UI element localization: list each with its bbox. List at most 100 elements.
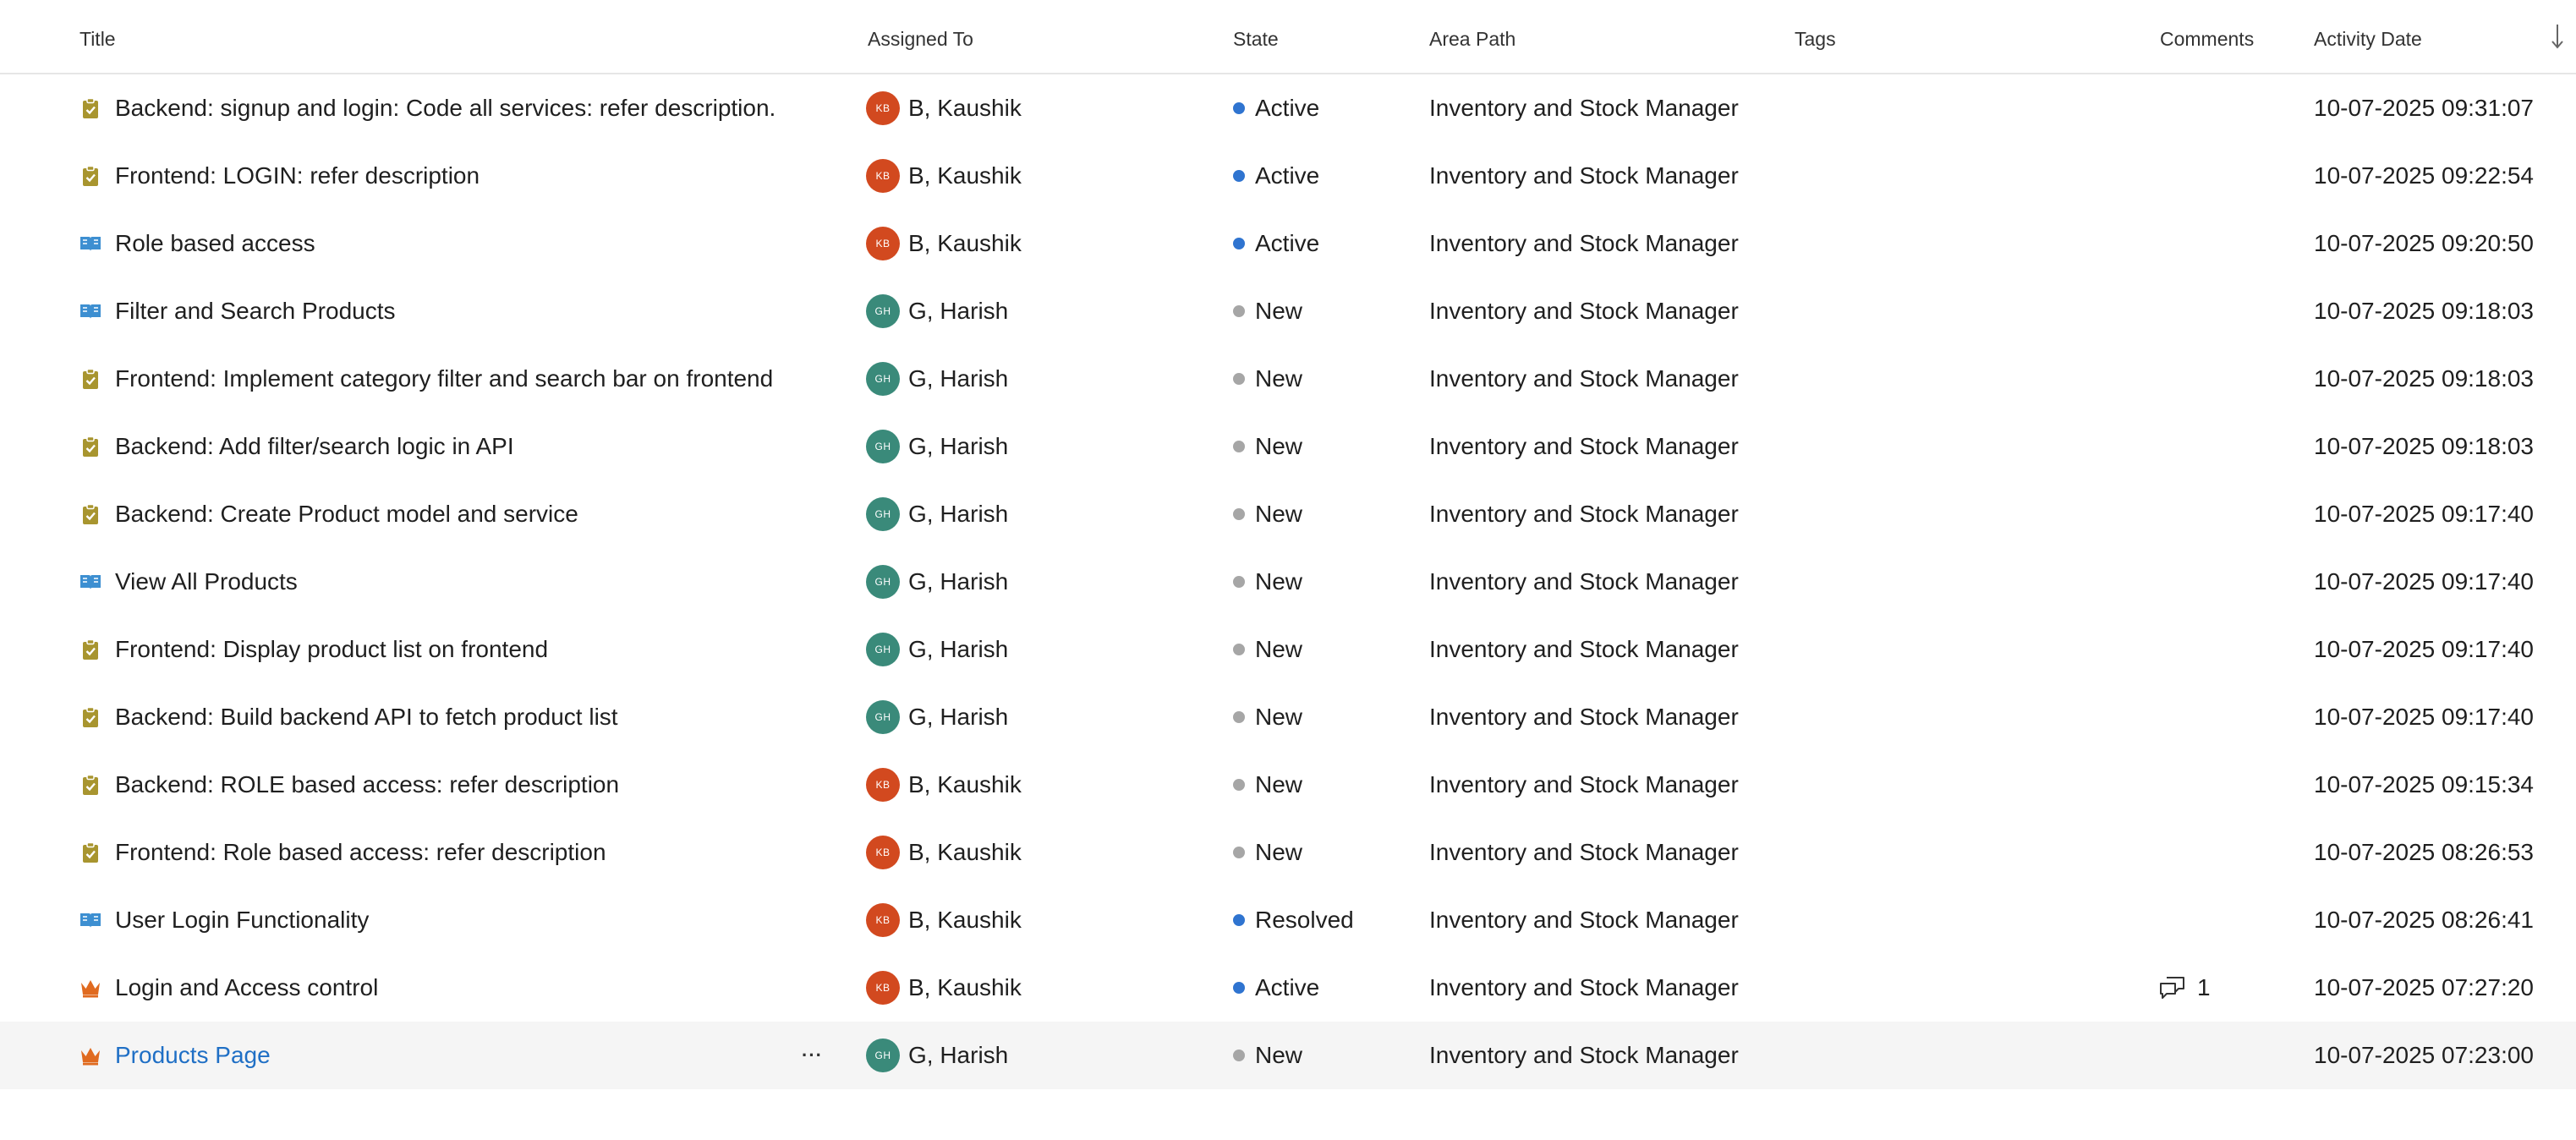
table-row[interactable]: Role based access KB B, Kaushik Active I… — [0, 210, 2576, 277]
area-path-label: Inventory and Stock Manager — [1429, 907, 1739, 933]
area-path-label: Inventory and Stock Manager — [1429, 230, 1739, 256]
work-item-title-link[interactable]: Frontend: Role based access: refer descr… — [115, 839, 606, 866]
user-story-icon — [79, 571, 101, 593]
work-item-title-link[interactable]: Products Page — [115, 1042, 271, 1069]
state-dot-icon — [1233, 508, 1245, 520]
comments-cell[interactable]: 1 — [2158, 954, 2211, 1022]
state-cell: New — [1233, 345, 1302, 413]
table-row[interactable]: Backend: ROLE based access: refer descri… — [0, 751, 2576, 819]
table-row[interactable]: Frontend: LOGIN: refer description KB B,… — [0, 142, 2576, 210]
activity-date-cell: 10-07-2025 07:27:20 — [2314, 954, 2534, 1022]
state-cell: Active — [1233, 142, 1319, 210]
work-item-title-link[interactable]: Login and Access control — [115, 974, 378, 1001]
more-actions-button[interactable]: ··· — [802, 1022, 823, 1089]
state-cell: New — [1233, 683, 1302, 751]
sort-descending-icon[interactable] — [2551, 22, 2564, 51]
table-row[interactable]: Filter and Search Products GH G, Harish … — [0, 277, 2576, 345]
area-path-cell: Inventory and Stock Manager — [1429, 345, 1739, 413]
table-row[interactable]: Frontend: Display product list on fronte… — [0, 616, 2576, 683]
table-row[interactable]: View All Products GH G, Harish New Inven… — [0, 548, 2576, 616]
column-header-tags[interactable]: Tags — [1795, 28, 1836, 51]
title-cell: Frontend: Role based access: refer descr… — [79, 819, 606, 886]
activity-date-cell: 10-07-2025 08:26:53 — [2314, 819, 2534, 886]
activity-date: 10-07-2025 09:17:40 — [2314, 704, 2534, 730]
state-cell: Active — [1233, 210, 1319, 277]
table-row[interactable]: User Login Functionality KB B, Kaushik R… — [0, 886, 2576, 954]
activity-date: 10-07-2025 08:26:53 — [2314, 839, 2534, 865]
work-item-title-link[interactable]: User Login Functionality — [115, 907, 369, 934]
work-item-title-link[interactable]: Frontend: Display product list on fronte… — [115, 636, 548, 663]
area-path-cell: Inventory and Stock Manager — [1429, 1022, 1739, 1089]
work-item-title-link[interactable]: Backend: Add filter/search logic in API — [115, 433, 514, 460]
avatar: KB — [866, 768, 900, 802]
assigned-to-cell: GH G, Harish — [866, 548, 1008, 616]
column-header-title[interactable]: Title — [79, 28, 116, 51]
area-path-cell: Inventory and Stock Manager — [1429, 954, 1739, 1022]
title-cell: User Login Functionality — [79, 886, 369, 954]
activity-date: 10-07-2025 07:27:20 — [2314, 974, 2534, 1000]
task-icon — [79, 368, 101, 390]
activity-date-cell: 10-07-2025 09:17:40 — [2314, 616, 2534, 683]
area-path-label: Inventory and Stock Manager — [1429, 433, 1739, 459]
column-header-activity-date[interactable]: Activity Date — [2314, 28, 2422, 51]
state-dot-icon — [1233, 102, 1245, 114]
activity-date: 10-07-2025 09:18:03 — [2314, 298, 2534, 324]
area-path-label: Inventory and Stock Manager — [1429, 771, 1739, 797]
assignee-name: B, Kaushik — [908, 974, 1022, 1000]
work-item-title-link[interactable]: Backend: ROLE based access: refer descri… — [115, 771, 619, 798]
epic-icon — [79, 1044, 101, 1066]
area-path-cell: Inventory and Stock Manager — [1429, 277, 1739, 345]
state-cell: Resolved — [1233, 886, 1354, 954]
state-cell: New — [1233, 819, 1302, 886]
table-row[interactable]: Login and Access control KB B, Kaushik A… — [0, 954, 2576, 1022]
table-row[interactable]: Backend: Create Product model and servic… — [0, 480, 2576, 548]
work-item-title-link[interactable]: Filter and Search Products — [115, 298, 396, 325]
state-label: Active — [1255, 230, 1320, 256]
area-path-cell: Inventory and Stock Manager — [1429, 74, 1739, 142]
table-row[interactable]: Frontend: Implement category filter and … — [0, 345, 2576, 413]
state-label: New — [1255, 771, 1303, 797]
activity-date-cell: 10-07-2025 09:18:03 — [2314, 345, 2534, 413]
column-header-area-path[interactable]: Area Path — [1429, 28, 1515, 51]
assigned-to-cell: KB B, Kaushik — [866, 886, 1022, 954]
work-item-title-link[interactable]: Backend: signup and login: Code all serv… — [115, 95, 776, 122]
area-path-label: Inventory and Stock Manager — [1429, 704, 1739, 730]
user-story-icon — [79, 909, 101, 931]
work-item-title-link[interactable]: View All Products — [115, 568, 298, 595]
work-item-title-link[interactable]: Role based access — [115, 230, 315, 257]
activity-date: 10-07-2025 09:18:03 — [2314, 433, 2534, 459]
column-header-assigned-to[interactable]: Assigned To — [868, 28, 973, 51]
area-path-label: Inventory and Stock Manager — [1429, 636, 1739, 662]
assigned-to-cell: GH G, Harish — [866, 1022, 1008, 1089]
assigned-to-cell: GH G, Harish — [866, 277, 1008, 345]
table-row[interactable]: Backend: signup and login: Code all serv… — [0, 74, 2576, 142]
title-cell: Backend: Build backend API to fetch prod… — [79, 683, 618, 751]
column-header-state[interactable]: State — [1233, 28, 1279, 51]
activity-date-cell: 10-07-2025 08:26:41 — [2314, 886, 2534, 954]
state-dot-icon — [1233, 847, 1245, 858]
table-row[interactable]: Frontend: Role based access: refer descr… — [0, 819, 2576, 886]
activity-date-cell: 10-07-2025 09:17:40 — [2314, 548, 2534, 616]
comment-count: 1 — [2197, 974, 2211, 1000]
table-row[interactable]: Products Page ··· GH G, Harish New Inven… — [0, 1022, 2576, 1089]
comments-icon — [2160, 977, 2184, 999]
state-dot-icon — [1233, 982, 1245, 994]
state-dot-icon — [1233, 1050, 1245, 1061]
activity-date-cell: 10-07-2025 09:17:40 — [2314, 683, 2534, 751]
activity-date: 10-07-2025 09:17:40 — [2314, 636, 2534, 662]
area-path-label: Inventory and Stock Manager — [1429, 974, 1739, 1000]
epic-icon — [79, 977, 101, 999]
area-path-cell: Inventory and Stock Manager — [1429, 886, 1739, 954]
work-item-title-link[interactable]: Backend: Build backend API to fetch prod… — [115, 704, 618, 731]
state-cell: Active — [1233, 954, 1319, 1022]
state-dot-icon — [1233, 441, 1245, 452]
column-header-comments[interactable]: Comments — [2160, 28, 2254, 51]
work-item-title-link[interactable]: Backend: Create Product model and servic… — [115, 501, 578, 528]
activity-date: 10-07-2025 07:23:00 — [2314, 1042, 2534, 1068]
title-cell: Backend: Add filter/search logic in API — [79, 413, 514, 480]
work-item-title-link[interactable]: Frontend: Implement category filter and … — [115, 365, 773, 392]
table-row[interactable]: Backend: Build backend API to fetch prod… — [0, 683, 2576, 751]
state-cell: New — [1233, 1022, 1302, 1089]
work-item-title-link[interactable]: Frontend: LOGIN: refer description — [115, 162, 480, 189]
table-row[interactable]: Backend: Add filter/search logic in API … — [0, 413, 2576, 480]
